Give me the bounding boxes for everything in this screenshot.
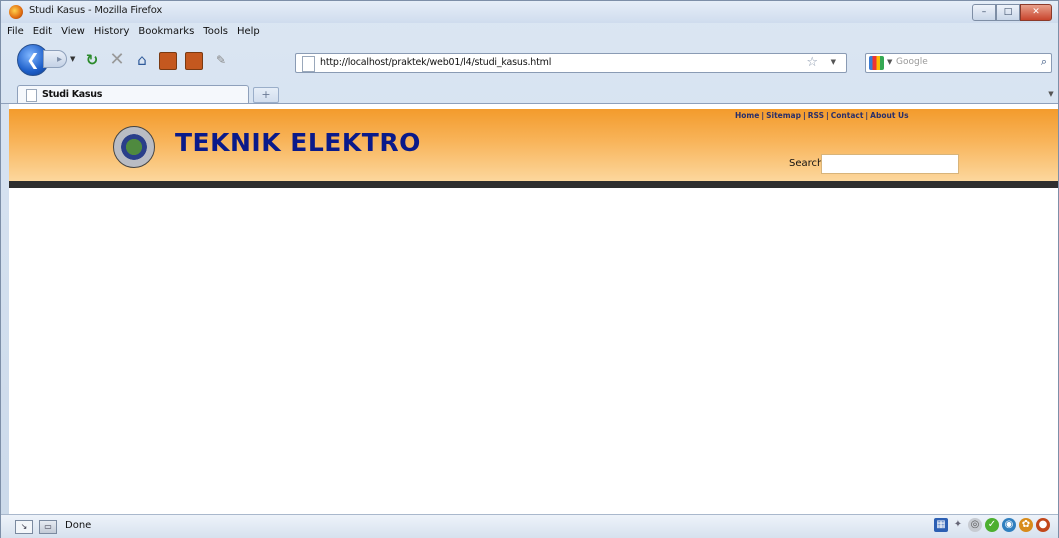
search-bar[interactable]: ▼ Google ⌕: [865, 53, 1052, 73]
addon-status-icon[interactable]: ✦: [951, 518, 965, 532]
page-icon: [302, 56, 315, 72]
header-divider: [9, 181, 1058, 188]
forward-arrow-icon: ▸: [56, 54, 62, 65]
menu-file[interactable]: File: [7, 23, 24, 41]
menu-edit[interactable]: Edit: [33, 23, 52, 41]
minimize-button[interactable]: –: [972, 4, 996, 21]
menu-bookmarks[interactable]: Bookmarks: [138, 23, 194, 41]
search-engine-dropdown-icon[interactable]: ▼: [887, 58, 892, 66]
forward-button[interactable]: ▸: [43, 50, 67, 68]
link-contact[interactable]: Contact: [831, 111, 864, 120]
site-search-label: Search: [789, 158, 824, 169]
close-button[interactable]: ✕: [1020, 4, 1052, 21]
addon-icon[interactable]: [185, 52, 203, 70]
top-links: Home | Sitemap | RSS | Contact | About Us: [735, 111, 909, 120]
addon-status-icon[interactable]: ▦: [934, 518, 948, 532]
google-logo-icon[interactable]: [869, 56, 884, 70]
back-arrow-icon: ❮: [26, 50, 40, 69]
stop-icon[interactable]: ✕: [108, 51, 126, 69]
history-dropdown-icon[interactable]: ▼: [70, 55, 75, 63]
reload-icon[interactable]: ↻: [83, 51, 101, 69]
addon-status-icon[interactable]: ◎: [968, 518, 982, 532]
addon-status-icon[interactable]: ✓: [985, 518, 999, 532]
page-icon: [26, 89, 37, 102]
addon-status-icon[interactable]: ◉: [1002, 518, 1016, 532]
new-tab-button[interactable]: +: [253, 87, 279, 103]
tab-label: Studi Kasus: [42, 89, 103, 100]
menu-view[interactable]: View: [61, 23, 85, 41]
tab-studi-kasus[interactable]: Studi Kasus: [17, 85, 249, 103]
url-text[interactable]: http://localhost/praktek/web01/l4/studi_…: [320, 57, 551, 68]
status-text: Done: [65, 520, 92, 531]
addon-status-icon[interactable]: ●: [1036, 518, 1050, 532]
browser-window: Studi Kasus - Mozilla Firefox – □ ✕ File…: [0, 0, 1059, 538]
navigation-toolbar: ❮ ▸ ▼ ↻ ✕ ⌂ ✎ http://localhost/praktek/w…: [1, 41, 1058, 83]
menu-history[interactable]: History: [94, 23, 130, 41]
link-about-us[interactable]: About Us: [870, 111, 908, 120]
firefox-logo-icon: [9, 5, 23, 19]
tab-bar: Studi Kasus + ▼: [1, 83, 1058, 104]
status-bar: ↘ ▭ Done ▦ ✦ ◎ ✓ ◉ ✿ ●: [1, 514, 1058, 538]
tab-list-icon[interactable]: ▼: [1046, 87, 1056, 101]
link-rss[interactable]: RSS: [808, 111, 824, 120]
url-dropdown-icon[interactable]: ▼: [831, 58, 836, 66]
addon-status-icon[interactable]: ✿: [1019, 518, 1033, 532]
search-placeholder[interactable]: Google: [896, 57, 928, 67]
url-bar[interactable]: http://localhost/praktek/web01/l4/studi_…: [295, 53, 847, 73]
menu-help[interactable]: Help: [237, 23, 260, 41]
addon-icon[interactable]: [159, 52, 177, 70]
puzzle-icon[interactable]: ✎: [212, 51, 230, 69]
window-icon[interactable]: ▭: [39, 520, 57, 534]
window-controls: – □ ✕: [972, 4, 1052, 21]
university-logo: [113, 126, 155, 168]
sidebar-toggle-icon[interactable]: ↘: [15, 520, 33, 534]
bookmark-star-icon[interactable]: ☆: [806, 54, 818, 72]
menu-tools[interactable]: Tools: [203, 23, 228, 41]
search-icon[interactable]: ⌕: [1041, 55, 1047, 69]
site-search-input[interactable]: [821, 154, 959, 174]
home-icon[interactable]: ⌂: [133, 51, 151, 69]
menu-bar: File Edit View History Bookmarks Tools H…: [1, 23, 1059, 41]
site-header: TEKNIK ELEKTRO Home | Sitemap | RSS | Contact |…: [9, 109, 1058, 181]
site-title: TEKNIK ELEKTRO: [175, 128, 421, 157]
link-home[interactable]: Home: [735, 111, 759, 120]
maximize-button[interactable]: □: [996, 4, 1020, 21]
status-tray: ▦ ✦ ◎ ✓ ◉ ✿ ●: [934, 518, 1050, 532]
page-viewport: TEKNIK ELEKTRO Home | Sitemap | RSS | Contact |…: [9, 104, 1058, 514]
link-sitemap[interactable]: Sitemap: [766, 111, 801, 120]
window-title: Studi Kasus - Mozilla Firefox: [29, 5, 163, 16]
title-bar: Studi Kasus - Mozilla Firefox – □ ✕: [1, 1, 1058, 23]
